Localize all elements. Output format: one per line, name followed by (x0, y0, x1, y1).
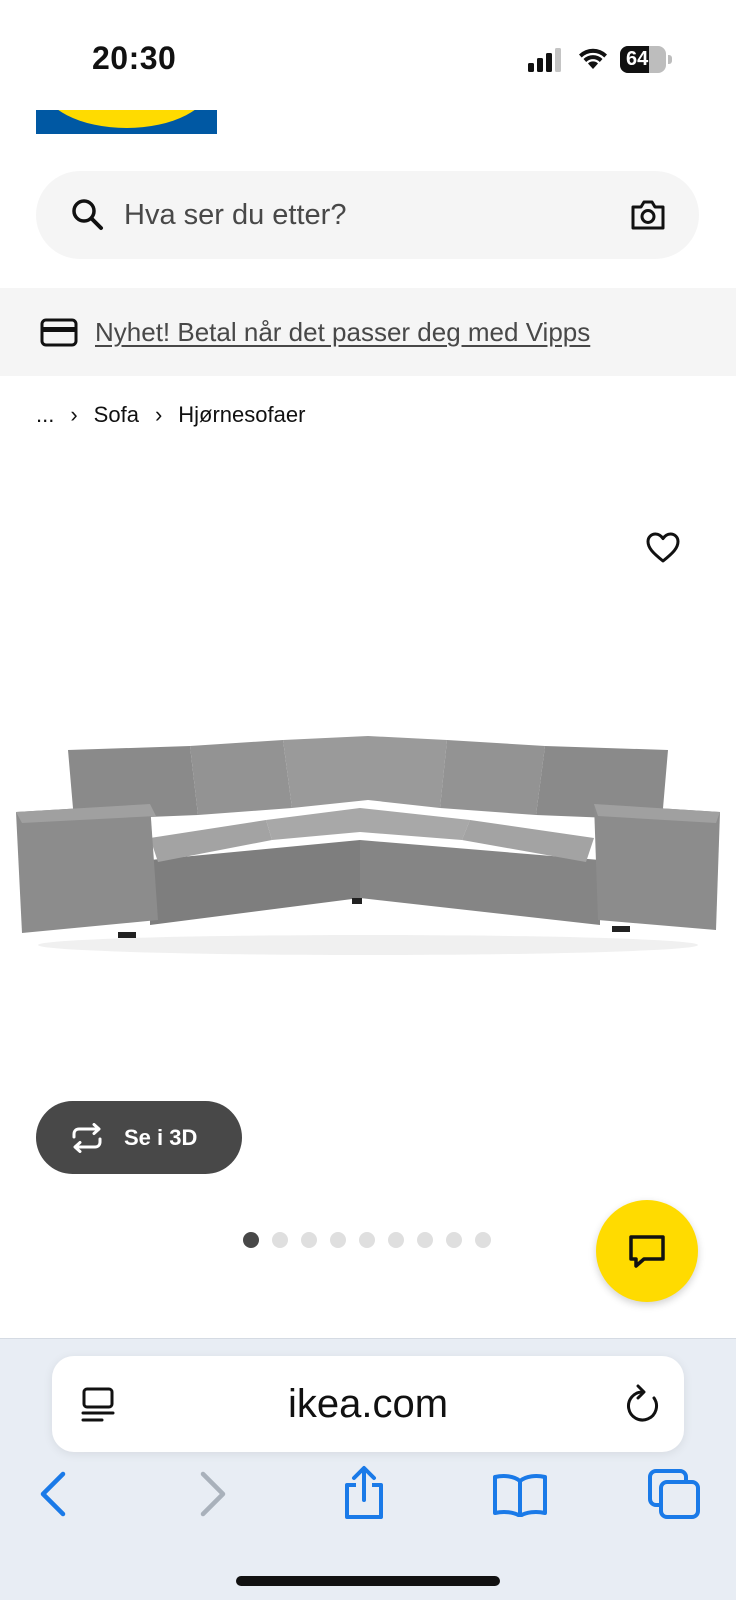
bookmarks-icon[interactable] (492, 1473, 548, 1517)
carousel-dot[interactable] (446, 1232, 462, 1248)
vipps-link[interactable]: Nyhet! Betal når det passer deg med Vipp… (95, 288, 590, 376)
status-time: 20:30 (92, 40, 177, 76)
cellular-signal-icon (528, 48, 561, 72)
url-text[interactable]: ikea.com (52, 1356, 684, 1452)
carousel-dot[interactable] (388, 1232, 404, 1248)
share-icon[interactable] (342, 1465, 386, 1521)
view-3d-button[interactable]: Se i 3D (36, 1101, 242, 1174)
forward-icon[interactable] (198, 1471, 228, 1517)
address-bar[interactable]: ikea.com (52, 1356, 684, 1452)
search-bar[interactable] (36, 171, 699, 259)
browser-toolbar: ikea.com (0, 1338, 736, 1600)
carousel-dot[interactable] (330, 1232, 346, 1248)
wifi-icon (579, 48, 607, 69)
carousel-dot[interactable] (243, 1232, 259, 1248)
carousel-dot[interactable] (475, 1232, 491, 1248)
breadcrumb-separator: › (154, 402, 163, 427)
payment-banner: Nyhet! Betal når det passer deg med Vipp… (0, 288, 736, 376)
battery-indicator: 64 (620, 46, 672, 73)
breadcrumb-separator: › (70, 402, 78, 427)
search-input[interactable] (124, 171, 604, 259)
view-3d-label: Se i 3D (124, 1125, 198, 1150)
chat-icon (629, 1235, 665, 1268)
card-icon (40, 318, 78, 347)
back-icon[interactable] (38, 1471, 68, 1517)
chat-button[interactable] (596, 1200, 698, 1302)
breadcrumb: ... › Sofa › Hjørnesofaer (36, 398, 305, 432)
breadcrumb-item-sofa[interactable]: Sofa (94, 402, 139, 428)
home-indicator[interactable] (236, 1576, 500, 1586)
image-carousel-dots[interactable] (243, 1232, 491, 1248)
battery-level: 64 (626, 48, 649, 70)
breadcrumb-ellipsis[interactable]: ... (36, 402, 54, 428)
camera-icon[interactable] (628, 195, 668, 235)
carousel-dot[interactable] (417, 1232, 433, 1248)
carousel-dot[interactable] (301, 1232, 317, 1248)
heart-icon[interactable] (645, 530, 681, 566)
ikea-logo[interactable] (36, 110, 217, 134)
carousel-dot[interactable] (359, 1232, 375, 1248)
reload-icon[interactable] (624, 1384, 662, 1424)
search-icon (72, 199, 103, 230)
rotate-3d-icon (72, 1123, 102, 1153)
breadcrumb-item-corner-sofas[interactable]: Hjørnesofaer (178, 402, 305, 428)
carousel-dot[interactable] (272, 1232, 288, 1248)
status-bar: 20:30 64 (0, 0, 736, 110)
product-image[interactable] (0, 720, 736, 970)
tabs-icon[interactable] (648, 1469, 700, 1519)
